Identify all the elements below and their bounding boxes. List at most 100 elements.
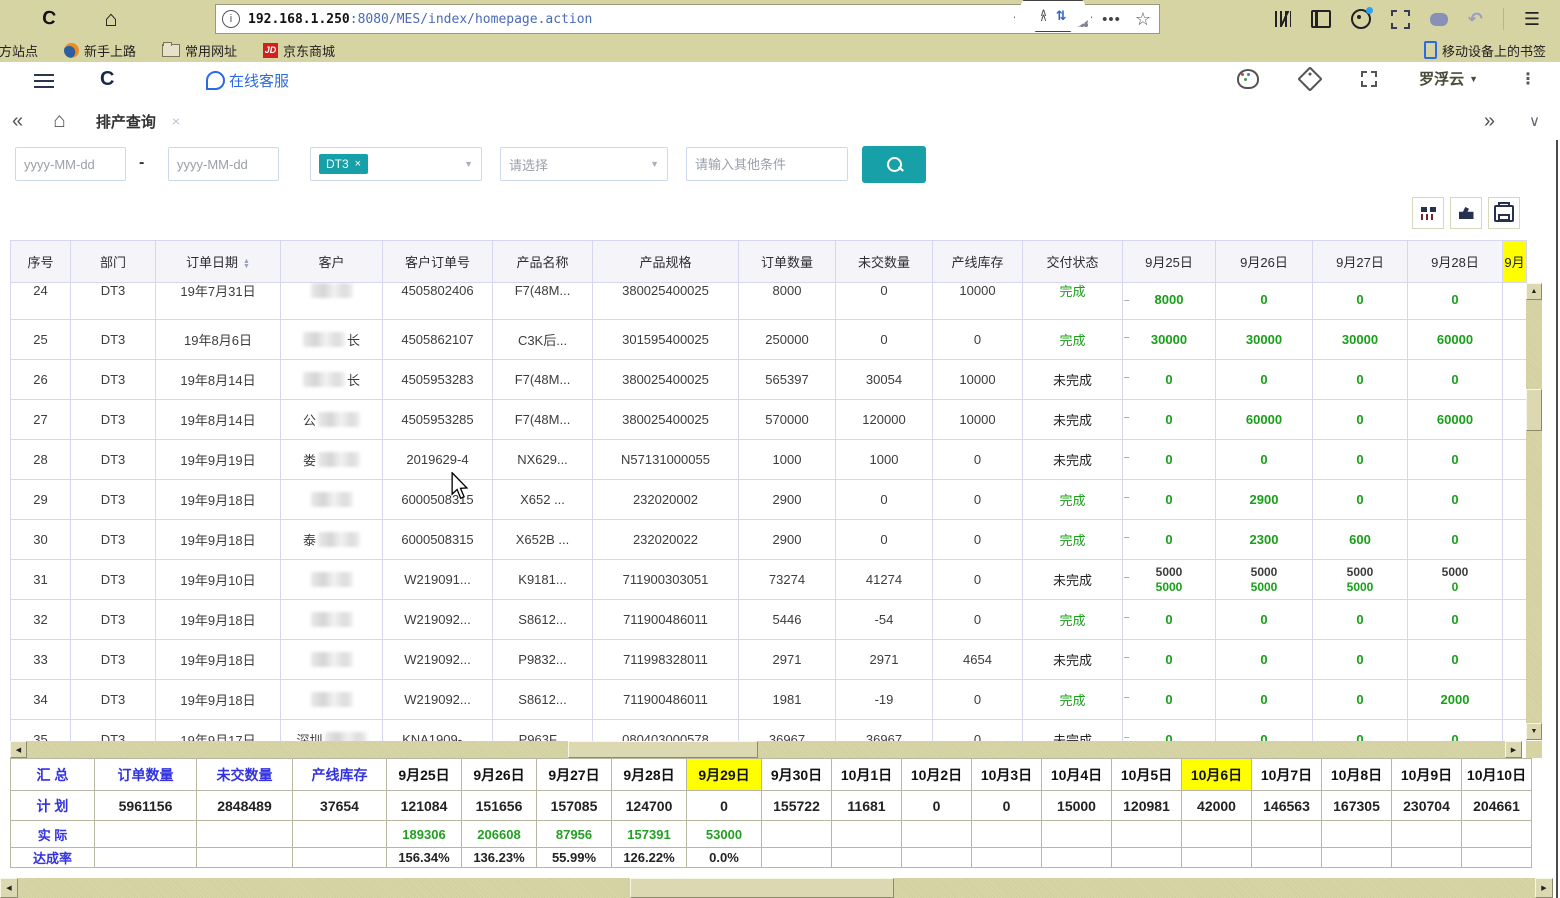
chat-icon[interactable]	[1430, 13, 1448, 26]
tab-close-icon[interactable]: ×	[172, 113, 180, 129]
day-cell: 600	[1313, 520, 1408, 560]
cell: 2019629-4	[383, 440, 493, 480]
horizontal-scroll-thumb[interactable]	[568, 741, 758, 758]
tab-production-query[interactable]: 排产查询 ×	[96, 111, 180, 132]
other-condition-input[interactable]	[686, 147, 848, 181]
col-header-label: 9月28日	[1431, 255, 1479, 270]
dept-chip[interactable]: DT3 ×	[319, 154, 368, 174]
horizontal-scrollbar[interactable]: ◀ ▶	[10, 741, 1522, 758]
reload-icon[interactable]: C	[36, 6, 62, 32]
department-multiselect[interactable]: DT3 × ▼	[310, 147, 482, 181]
rate-value	[95, 848, 197, 868]
day-cell: 30000	[1313, 320, 1408, 360]
export-button[interactable]	[1450, 197, 1482, 229]
table-row[interactable]: 24DT319年7月31日4505802406F7(48M...38002540…	[11, 283, 1527, 320]
bookmark-common-sites[interactable]: 常用网址	[162, 41, 237, 60]
home-icon[interactable]: ⌂	[98, 6, 124, 32]
site-info-icon[interactable]: i	[222, 10, 240, 28]
cell: 19年9月18日	[156, 520, 281, 560]
cell: 232020002	[593, 480, 739, 520]
user-menu[interactable]: 罗浮云 ▼	[1419, 68, 1478, 89]
table-row[interactable]: 32DT319年9月18日W219092...S8612...711900486…	[11, 600, 1527, 640]
undo-icon[interactable]: ↶	[1468, 9, 1483, 30]
hamburger-menu-icon[interactable]: ☰	[1524, 9, 1540, 30]
rate-value	[293, 848, 387, 868]
summary-col-header: 订单数量	[95, 759, 197, 791]
table-row[interactable]: 28DT319年9月19日娄2019629-4NX629...N57131000…	[11, 440, 1527, 480]
actual-value	[762, 821, 832, 848]
search-button[interactable]	[862, 146, 926, 183]
scroll-left-icon[interactable]: ◀	[10, 741, 27, 758]
theme-palette-icon[interactable]	[1237, 69, 1259, 89]
online-service-link[interactable]: 在线客服	[206, 70, 289, 91]
cell: 10000	[933, 283, 1023, 320]
scroll-right-icon[interactable]: ▶	[1535, 878, 1553, 898]
page-actions-icon[interactable]: •••	[1102, 11, 1121, 28]
print-button[interactable]	[1488, 197, 1520, 229]
bookmark-star-icon[interactable]: ☆	[1135, 9, 1151, 30]
table-row[interactable]: 33DT319年9月18日W219092...P9832...711998328…	[11, 640, 1527, 680]
day-cell: 60000	[1408, 400, 1503, 440]
toolbar-divider	[1503, 8, 1504, 30]
bookmark-getting-started[interactable]: 新手上路	[64, 41, 136, 60]
scroll-tabs-left-icon[interactable]: «	[12, 110, 23, 133]
plan-value: 155722	[762, 791, 832, 821]
status-badge: 未完成	[1053, 370, 1092, 389]
scroll-tabs-right-icon[interactable]: »	[1484, 110, 1495, 133]
sort-icon[interactable]: ▲▼	[243, 259, 250, 269]
chip-close-icon[interactable]: ×	[355, 158, 361, 170]
scroll-down-icon[interactable]: ▼	[1526, 723, 1542, 740]
column-settings-button[interactable]	[1412, 197, 1444, 229]
status-select[interactable]: 请选择 ▼	[500, 147, 668, 181]
table-row[interactable]: 25DT319年8月6日长4505862107C3K后...3015954000…	[11, 320, 1527, 360]
mobile-bookmarks[interactable]: 移动设备上的书签	[1424, 41, 1546, 60]
date-from-input[interactable]	[15, 147, 126, 181]
table-row[interactable]: 27DT319年8月14日公4505953285F7(48M...3800254…	[11, 400, 1527, 440]
collapse-panel-icon[interactable]: ∨	[1529, 112, 1540, 130]
app-refresh-icon[interactable]: C	[100, 68, 114, 91]
firefox-icon	[64, 43, 79, 58]
day-cell: 0	[1216, 680, 1313, 720]
redacted-customer	[303, 372, 345, 387]
screenshot-icon[interactable]	[1391, 10, 1410, 29]
table-row[interactable]: 30DT319年9月18日泰6000508315X652B ...2320200…	[11, 520, 1527, 560]
fullscreen-icon[interactable]	[1361, 71, 1377, 87]
scroll-left-icon[interactable]: ◀	[0, 878, 18, 898]
cell: 19年9月18日	[156, 640, 281, 680]
window-horizontal-scrollbar[interactable]: ◀ ▶	[0, 878, 1553, 898]
bookmark-official-site[interactable]: 官方站点	[0, 41, 38, 60]
cell: 31	[11, 560, 71, 600]
library-icon[interactable]	[1275, 11, 1291, 27]
scroll-up-icon[interactable]: ▲	[1526, 283, 1542, 300]
more-vertical-icon[interactable]: ⋮	[1520, 69, 1536, 89]
col-header-10: 交付状态	[1023, 241, 1123, 283]
cell: 4505862107	[383, 320, 493, 360]
window-scroll-thumb[interactable]	[630, 878, 894, 898]
plan-value: 15000	[1042, 791, 1112, 821]
cell: DT3	[71, 520, 156, 560]
vertical-scrollbar[interactable]: ▲ ▼	[1526, 283, 1542, 740]
sidebar-icon[interactable]	[1311, 10, 1331, 28]
home-tab-icon[interactable]: ⌂	[53, 109, 66, 133]
vertical-scroll-thumb[interactable]	[1526, 389, 1542, 431]
account-icon[interactable]	[1351, 9, 1371, 29]
date-to-input[interactable]	[168, 147, 279, 181]
table-row[interactable]: 34DT319年9月18日W219092...S8612...711900486…	[11, 680, 1527, 720]
rate-value: 55.99%	[537, 848, 612, 868]
actual-value: 53000	[687, 821, 762, 848]
bookmark-jd[interactable]: JD京东商城	[263, 41, 335, 60]
actual-value	[1112, 821, 1182, 848]
jd-icon: JD	[263, 43, 278, 58]
table-row[interactable]: 29DT319年9月18日6000508315X652 ...232020002…	[11, 480, 1527, 520]
tag-icon[interactable]	[1297, 66, 1322, 91]
table-row[interactable]: 31DT319年9月10日W219091...K9181...711900303…	[11, 560, 1527, 600]
cell: 24	[11, 283, 71, 320]
table-row[interactable]: 26DT319年8月14日长4505953283F7(48M...3800254…	[11, 360, 1527, 400]
menu-fold-icon[interactable]	[34, 74, 54, 88]
status-badge: 未完成	[1053, 450, 1092, 469]
scroll-right-icon[interactable]: ▶	[1505, 741, 1522, 758]
col-header-2[interactable]: 订单日期▲▼	[156, 241, 281, 283]
summary-title: 汇 总	[11, 759, 95, 791]
cell: W219092...	[383, 600, 493, 640]
cell: 19年9月18日	[156, 480, 281, 520]
